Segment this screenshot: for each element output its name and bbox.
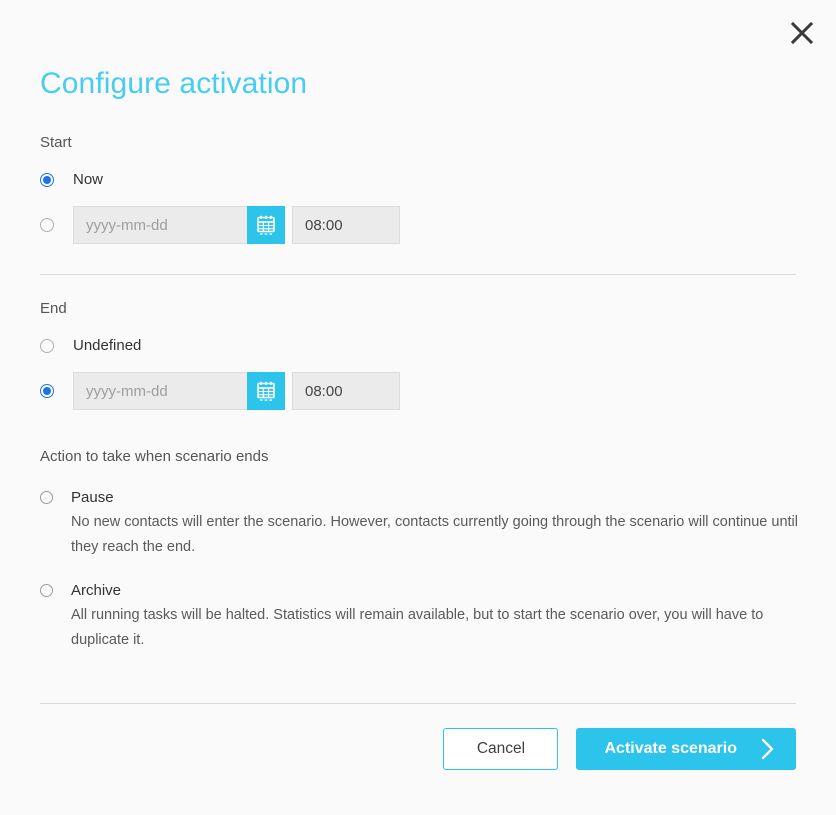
end-time-input[interactable] [292, 372, 400, 410]
configure-activation-dialog: Configure activation Start Now yyyy-mm-d… [0, 0, 836, 815]
radio-end-undefined-label[interactable]: Undefined [73, 337, 141, 354]
action-option-pause-description: No new contacts will enter the scenario.… [71, 514, 798, 555]
start-calendar-button[interactable] [247, 206, 285, 244]
radio-action-archive[interactable] [40, 584, 53, 597]
end-calendar-button[interactable] [247, 372, 285, 410]
end-section-label: End [40, 300, 67, 317]
action-option-pause: Pause No new contacts will enter the sce… [40, 489, 836, 560]
radio-start-date[interactable] [40, 218, 54, 232]
start-datetime-group [73, 206, 400, 244]
activate-scenario-button[interactable]: Activate scenario [576, 728, 796, 770]
end-datetime-group [73, 372, 400, 410]
action-option-archive: Archive All running tasks will be halted… [40, 582, 836, 653]
page-title: Configure activation [40, 67, 308, 100]
radio-action-archive-label[interactable]: Archive [71, 582, 121, 599]
dialog-footer: Cancel Activate scenario [0, 703, 836, 770]
radio-start-now[interactable] [40, 172, 54, 187]
start-date-row [40, 206, 836, 244]
start-date-input[interactable] [73, 206, 247, 244]
end-date-row [40, 372, 836, 410]
cancel-button[interactable]: Cancel [443, 728, 559, 770]
action-option-archive-description: All running tasks will be halted. Statis… [71, 607, 764, 648]
action-option-pause-head: Pause [40, 489, 836, 506]
start-section-label: Start [40, 134, 72, 151]
action-option-archive-head: Archive [40, 582, 836, 599]
radio-action-pause-label[interactable]: Pause [71, 489, 114, 506]
radio-start-now-label[interactable]: Now [73, 171, 103, 188]
end-undefined-row: Undefined [40, 337, 836, 354]
footer-actions: Cancel Activate scenario [0, 704, 836, 770]
radio-action-pause[interactable] [40, 491, 53, 504]
close-icon [789, 20, 815, 46]
close-button[interactable] [786, 17, 818, 49]
activate-scenario-label: Activate scenario [604, 740, 737, 757]
calendar-icon [255, 380, 277, 402]
end-date-input[interactable] [73, 372, 247, 410]
calendar-icon [255, 214, 277, 236]
start-end-divider [40, 274, 796, 275]
radio-end-undefined[interactable] [40, 338, 54, 353]
start-time-input[interactable] [292, 206, 400, 244]
chevron-right-icon [759, 737, 776, 761]
dialog-content: Start Now yyyy-mm-dd 08:00 End Undefined… [0, 132, 836, 653]
action-section-label: Action to take when scenario ends [40, 448, 269, 465]
radio-end-date[interactable] [40, 384, 54, 398]
start-now-row: Now [40, 171, 836, 188]
